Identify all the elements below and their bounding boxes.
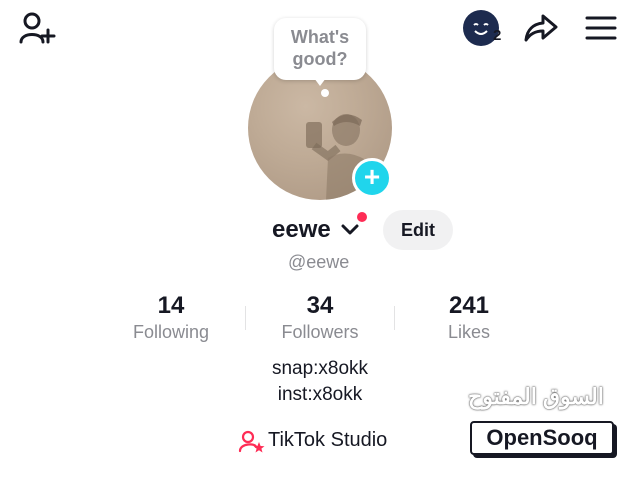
bio-line: inst:x8okk bbox=[277, 384, 363, 405]
bio-line: snap:x8okk bbox=[271, 358, 369, 379]
account-badge-count: 2 bbox=[493, 27, 502, 44]
likes-count: 241 bbox=[448, 292, 490, 319]
add-story-button[interactable]: + bbox=[352, 158, 392, 198]
notification-dot bbox=[357, 212, 367, 222]
add-friend-button[interactable] bbox=[18, 10, 58, 46]
username: eewe bbox=[272, 216, 331, 243]
plus-icon: + bbox=[363, 161, 381, 192]
likes-label: Likes bbox=[447, 322, 491, 342]
studio-icon bbox=[238, 430, 265, 453]
stat-followers[interactable]: 34 Followers bbox=[255, 292, 385, 344]
bubble-tail bbox=[314, 78, 326, 86]
user-handle: @eewe bbox=[288, 252, 350, 272]
menu-icon bbox=[585, 16, 617, 40]
note-text-line1: What's bbox=[290, 27, 350, 47]
note-bubble[interactable]: What's good? bbox=[274, 18, 366, 80]
stat-divider bbox=[245, 306, 246, 330]
bubble-dot bbox=[321, 89, 329, 97]
note-text-line2: good? bbox=[292, 49, 348, 69]
stat-likes[interactable]: 241 Likes bbox=[404, 292, 534, 344]
chevron-down-icon[interactable] bbox=[340, 221, 360, 239]
followers-count: 34 bbox=[306, 292, 334, 319]
share-icon bbox=[524, 14, 558, 42]
following-label: Following bbox=[132, 322, 210, 342]
edit-profile-button[interactable]: Edit bbox=[383, 210, 453, 250]
stat-following[interactable]: 14 Following bbox=[106, 292, 236, 344]
tiktok-studio-link[interactable]: TikTok Studio bbox=[268, 429, 387, 452]
watermark-arabic: السوق المفتوح bbox=[468, 384, 604, 409]
add-user-icon bbox=[19, 12, 56, 44]
stat-divider bbox=[394, 306, 395, 330]
share-button[interactable] bbox=[523, 12, 559, 44]
watermark-logo: OpenSooq bbox=[470, 421, 614, 455]
followers-label: Followers bbox=[281, 322, 359, 342]
menu-button[interactable] bbox=[584, 14, 618, 42]
following-count: 14 bbox=[157, 292, 185, 319]
